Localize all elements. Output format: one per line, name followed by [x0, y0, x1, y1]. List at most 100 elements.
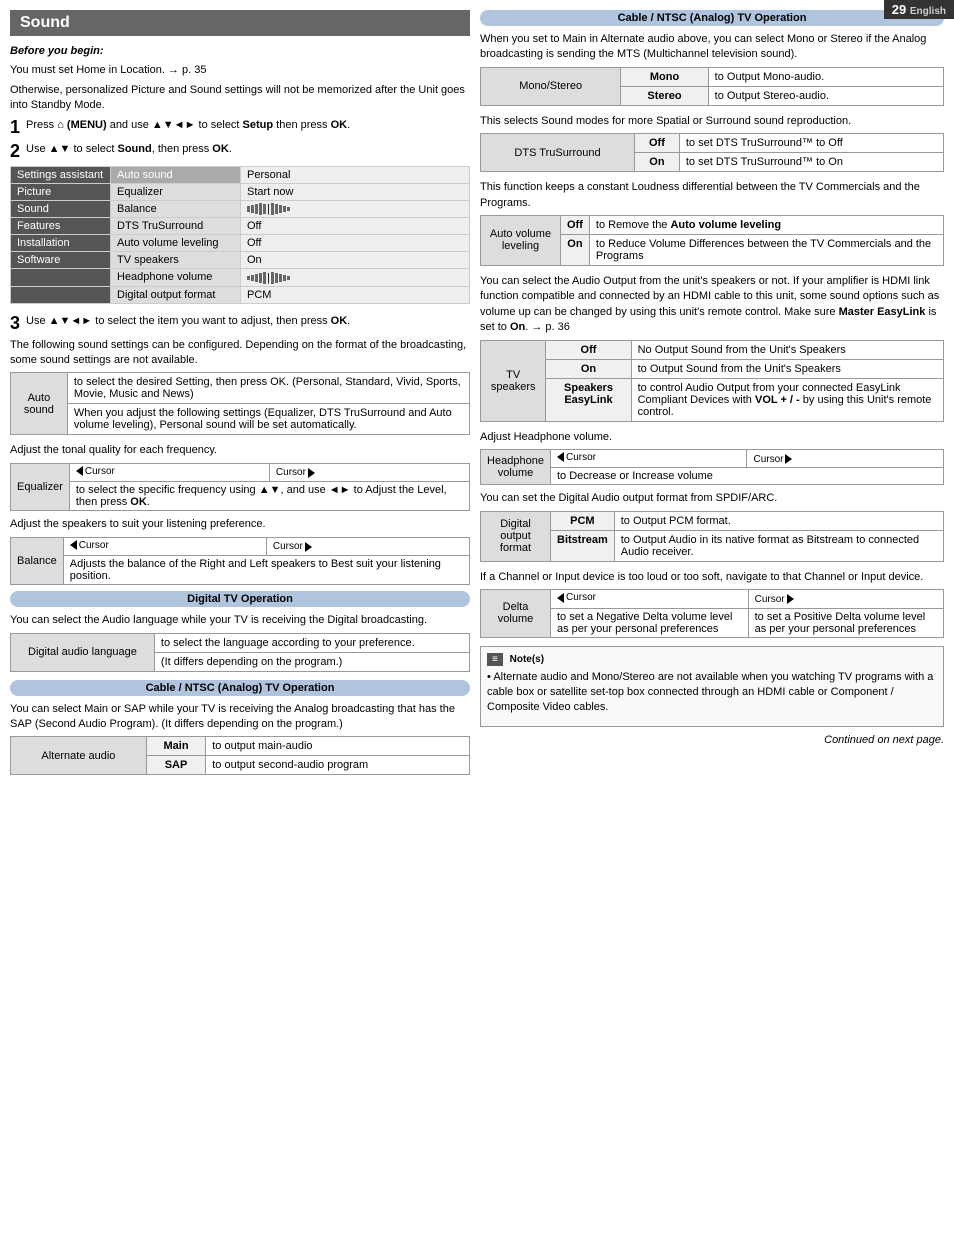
settings-row-software: Software TV speakers On: [11, 251, 470, 268]
balance-desc: Adjusts the balance of the Right and Lef…: [63, 556, 469, 585]
dts-on-key: On: [635, 153, 680, 172]
settings-row-installation: Installation Auto volume leveling Off: [11, 234, 470, 251]
delta-desc-left: to set a Negative Delta volume level as …: [551, 608, 749, 637]
sound-heading: Sound: [10, 10, 470, 36]
value-start-now: Start now: [241, 183, 470, 200]
dts-off-key: Off: [635, 134, 680, 153]
nav-software: Software: [11, 251, 111, 268]
nav-installation: Installation: [11, 234, 111, 251]
pcm-desc: to Output PCM format.: [614, 511, 943, 530]
left-column: Sound Before you begin: You must set Hom…: [10, 10, 470, 1225]
digital-output-intro: You can set the Digital Audio output for…: [480, 491, 944, 506]
headphone-intro: Adjust Headphone volume.: [480, 430, 944, 445]
nav-sound: Sound: [11, 200, 111, 217]
balance-table: Balance Cursor Cursor Adjusts the balanc…: [10, 537, 470, 586]
tv-easylink-desc: to control Audio Output from your connec…: [631, 378, 943, 421]
settings-nav-header: Settings assistant: [11, 166, 111, 183]
auto-vol-off-key: Off: [561, 215, 590, 234]
note-header: ≡ Note(s): [487, 653, 937, 666]
step-3-note: The following sound settings can be conf…: [10, 338, 470, 369]
alternate-sap-desc: to output second-audio program: [206, 756, 470, 775]
settings-personal-header: Personal: [241, 166, 470, 183]
memorize-note: Otherwise, personalized Picture and Soun…: [10, 83, 470, 114]
item-digital-output: Digital output format: [111, 286, 241, 303]
digital-audio-label: Digital audio language: [11, 633, 155, 671]
item-dts: DTS TruSurround: [111, 217, 241, 234]
balance-bar: |: [247, 203, 290, 215]
alternate-main-key: Main: [146, 737, 205, 756]
delta-volume-table: Delta volume Cursor Cursor to set a Nega…: [480, 589, 944, 638]
mono-stereo-intro: When you set to Main in Alternate audio …: [480, 32, 944, 63]
headphone-cursor-left: Cursor: [551, 449, 747, 468]
bitstream-key: Bitstream: [551, 530, 615, 561]
stereo-desc: to Output Stereo-audio.: [708, 86, 943, 105]
mono-desc: to Output Mono-audio.: [708, 67, 943, 86]
tv-easylink-key: Speakers EasyLink: [546, 378, 631, 421]
note-icon: ≡: [487, 653, 503, 666]
item-headphone: Headphone volume: [111, 268, 241, 286]
tv-speakers-table: TV speakers Off No Output Sound from the…: [480, 340, 944, 422]
digital-output-table: Digital output format PCM to Output PCM …: [480, 511, 944, 562]
nav-picture: Picture: [11, 183, 111, 200]
digital-output-label: Digital output format: [481, 511, 551, 561]
delta-cursor-left: Cursor: [551, 590, 749, 609]
digital-audio-table: Digital audio language to select the lan…: [10, 633, 470, 672]
note-box: ≡ Note(s) • Alternate audio and Mono/Ste…: [480, 646, 944, 727]
setup-note: You must set Home in Location. → p. 35: [10, 63, 470, 78]
value-headphone-bar: |: [241, 268, 470, 286]
stereo-key: Stereo: [621, 86, 708, 105]
tv-on-key: On: [546, 359, 631, 378]
dts-label: DTS TruSurround: [481, 134, 635, 172]
item-equalizer: Equalizer: [111, 183, 241, 200]
dts-off-desc: to set DTS TruSurround™ to Off: [679, 134, 943, 153]
note-label: Note(s): [510, 654, 544, 665]
balance-cursor-right: Cursor: [266, 537, 469, 556]
digital-audio-desc1: to select the language according to your…: [154, 633, 469, 652]
step-3-number: 3: [10, 314, 20, 332]
value-dts: Off: [241, 217, 470, 234]
digital-tv-intro: You can select the Audio language while …: [10, 613, 470, 628]
auto-vol-on-desc: to Reduce Volume Differences between the…: [589, 234, 943, 265]
auto-volume-table: Auto volume leveling Off to Remove the A…: [480, 215, 944, 266]
step-2: 2 Use ▲▼ to select Sound, then press OK.: [10, 142, 470, 160]
pcm-key: PCM: [551, 511, 615, 530]
auto-sound-label: Auto sound: [11, 373, 68, 435]
alternate-sap-key: SAP: [146, 756, 205, 775]
digital-tv-banner: Digital TV Operation: [10, 591, 470, 607]
tv-speakers-intro: You can select the Audio Output from the…: [480, 274, 944, 336]
step-1-text: Press ⌂ (MENU) and use ▲▼◄► to select Se…: [26, 119, 350, 131]
step-1-number: 1: [10, 118, 20, 136]
headphone-table: Headphone volume Cursor Cursor to Decrea…: [480, 449, 944, 486]
page-language: English: [910, 6, 946, 17]
equalizer-label: Equalizer: [11, 463, 70, 511]
settings-autosound-header: Auto sound: [111, 166, 241, 183]
balance-intro: Adjust the speakers to suit your listeni…: [10, 517, 470, 532]
value-auto-vol: Off: [241, 234, 470, 251]
nav-features: Features: [11, 217, 111, 234]
settings-row-features: Features DTS TruSurround Off: [11, 217, 470, 234]
delta-volume-label: Delta volume: [481, 590, 551, 638]
page-badge: 29 English: [884, 0, 954, 19]
tv-on-desc: to Output Sound from the Unit's Speakers: [631, 359, 943, 378]
before-begin-label: Before you begin:: [10, 44, 470, 59]
settings-row-headphone: Headphone volume |: [11, 268, 470, 286]
rc-cable-banner: Cable / NTSC (Analog) TV Operation: [480, 10, 944, 26]
alternate-main-desc: to output main-audio: [206, 737, 470, 756]
nav-empty-2: [11, 286, 111, 303]
mono-stereo-label: Mono/Stereo: [481, 67, 621, 105]
auto-volume-label: Auto volume leveling: [481, 215, 561, 265]
delta-cursor-right: Cursor: [748, 590, 943, 609]
auto-vol-off-desc: to Remove the Auto volume leveling: [589, 215, 943, 234]
auto-vol-on-key: On: [561, 234, 590, 265]
right-column: Cable / NTSC (Analog) TV Operation When …: [480, 10, 944, 1225]
step-2-number: 2: [10, 142, 20, 160]
alternate-audio-table: Alternate audio Main to output main-audi…: [10, 736, 470, 775]
auto-sound-desc1: to select the desired Setting, then pres…: [67, 373, 469, 404]
auto-sound-desc2: When you adjust the following settings (…: [67, 404, 469, 435]
headphone-bar: |: [247, 272, 290, 284]
cable-intro: You can select Main or SAP while your TV…: [10, 702, 470, 733]
bitstream-desc: to Output Audio in its native format as …: [614, 530, 943, 561]
tv-off-key: Off: [546, 340, 631, 359]
equalizer-table: Equalizer Cursor Cursor to select the sp…: [10, 463, 470, 512]
equalizer-desc: to select the specific frequency using ▲…: [69, 482, 469, 511]
